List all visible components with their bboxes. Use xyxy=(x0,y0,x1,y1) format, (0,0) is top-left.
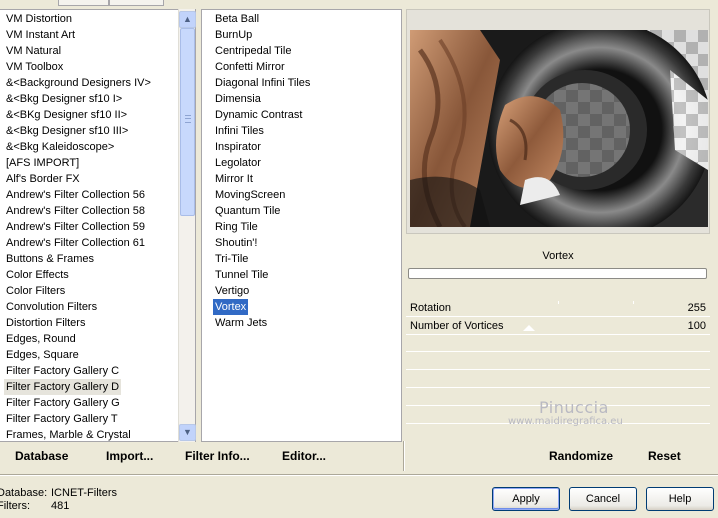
filter-item[interactable]: Mirror It xyxy=(213,171,255,187)
category-item[interactable]: Buttons & Frames xyxy=(4,251,96,267)
category-item[interactable]: VM Toolbox xyxy=(4,59,65,75)
watermark-url: www.maidiregrafica.eu xyxy=(508,416,623,427)
filter-item[interactable]: Diagonal Infini Tiles xyxy=(213,75,312,91)
database-label: Database: xyxy=(0,487,48,499)
category-item[interactable]: Color Effects xyxy=(4,267,71,283)
filters-count: 481 xyxy=(51,500,70,512)
category-item[interactable]: Edges, Square xyxy=(4,347,81,363)
category-item[interactable]: Frames, Marble & Crystal xyxy=(4,427,133,441)
scroll-down-button[interactable]: ▼ xyxy=(179,424,196,441)
category-item[interactable]: &<BKg Designer sf10 II> xyxy=(4,107,129,123)
category-item[interactable]: [AFS IMPORT] xyxy=(4,155,81,171)
category-item[interactable]: Alf's Border FX xyxy=(4,171,82,187)
filter-item[interactable]: Centripedal Tile xyxy=(213,43,293,59)
watermark: Pinuccia www.maidiregrafica.eu xyxy=(508,398,708,427)
category-item[interactable]: Andrew's Filter Collection 61 xyxy=(4,235,147,251)
filter-item[interactable]: Legolator xyxy=(213,155,263,171)
filter-item[interactable]: BurnUp xyxy=(213,27,254,43)
category-list[interactable]: VM Distortion VM Instant Art VM Natural VM … xyxy=(0,9,196,442)
filter-item[interactable]: Vortex xyxy=(213,299,249,315)
category-item[interactable]: Andrew's Filter Collection 59 xyxy=(4,219,147,235)
randomize-button[interactable]: Randomize xyxy=(549,447,613,465)
filter-item[interactable]: Warm Jets xyxy=(213,315,269,331)
help-button[interactable]: Help xyxy=(646,487,714,511)
bottom-divider xyxy=(0,474,718,476)
toolbar-divider xyxy=(403,441,405,471)
control-value: 100 xyxy=(687,320,706,332)
filter-item[interactable]: Tunnel Tile xyxy=(213,267,270,283)
preview-frame xyxy=(406,9,710,234)
filter-item[interactable]: Tri-Tile xyxy=(213,251,250,267)
tab-left[interactable] xyxy=(58,0,109,6)
category-item[interactable]: Filter Factory Gallery G xyxy=(4,395,122,411)
import-button[interactable]: Import... xyxy=(106,447,153,465)
filter-item[interactable]: Shoutin'! xyxy=(213,235,259,251)
category-item[interactable]: Andrew's Filter Collection 58 xyxy=(4,203,147,219)
scroll-thumb[interactable] xyxy=(180,28,195,216)
slider-marker[interactable] xyxy=(523,325,535,331)
reset-button[interactable]: Reset xyxy=(648,447,681,465)
category-item[interactable]: VM Instant Art xyxy=(4,27,77,43)
category-item[interactable]: Andrew's Filter Collection 56 xyxy=(4,187,147,203)
category-scrollbar[interactable]: ▲ ▼ xyxy=(178,9,196,442)
control-label: Rotation xyxy=(410,302,451,314)
filter-item[interactable]: Dimensia xyxy=(213,91,263,107)
database-value: ICNET-Filters xyxy=(51,487,117,499)
category-item[interactable]: Filter Factory Gallery C xyxy=(4,363,121,379)
filter-item[interactable]: Ring Tile xyxy=(213,219,260,235)
filter-item[interactable]: Confetti Mirror xyxy=(213,59,287,75)
control-number-of-vortices[interactable]: Number of Vortices 100 xyxy=(406,317,710,335)
category-item[interactable]: Distortion Filters xyxy=(4,315,87,331)
filters-label: Filters: xyxy=(0,500,30,512)
category-item[interactable]: VM Distortion xyxy=(4,11,74,27)
preview-image[interactable] xyxy=(410,30,708,227)
category-item[interactable]: VM Natural xyxy=(4,43,63,59)
category-item[interactable]: Convolution Filters xyxy=(4,299,99,315)
tab-right[interactable] xyxy=(109,0,164,6)
filter-info-button[interactable]: Filter Info... xyxy=(185,447,250,465)
top-tab-strip xyxy=(0,0,718,6)
filter-item[interactable]: Beta Ball xyxy=(213,11,261,27)
apply-button[interactable]: Apply xyxy=(492,487,560,511)
filter-item[interactable]: Quantum Tile xyxy=(213,203,282,219)
category-item[interactable]: &<Bkg Designer sf10 III> xyxy=(4,123,130,139)
category-item[interactable]: &<Bkg Kaleidoscope> xyxy=(4,139,116,155)
control-rotation[interactable]: Rotation 255 xyxy=(406,299,710,317)
filter-item[interactable]: Vertigo xyxy=(213,283,251,299)
control-value: 255 xyxy=(687,302,706,314)
category-item[interactable]: Edges, Round xyxy=(4,331,78,347)
progress-bar xyxy=(408,268,707,279)
control-label: Number of Vortices xyxy=(410,320,504,332)
scroll-up-button[interactable]: ▲ xyxy=(179,11,196,28)
category-item[interactable]: Filter Factory Gallery T xyxy=(4,411,120,427)
database-button[interactable]: Database xyxy=(15,447,68,465)
watermark-name: Pinuccia xyxy=(539,398,609,417)
filter-item[interactable]: MovingScreen xyxy=(213,187,287,203)
editor-button[interactable]: Editor... xyxy=(282,447,326,465)
filter-name: Vortex xyxy=(542,250,574,262)
category-item[interactable]: &<Background Designers IV> xyxy=(4,75,153,91)
filter-item[interactable]: Dynamic Contrast xyxy=(213,107,304,123)
category-item[interactable]: &<Bkg Designer sf10 I> xyxy=(4,91,124,107)
filter-item[interactable]: Inspirator xyxy=(213,139,263,155)
category-item[interactable]: Color Filters xyxy=(4,283,67,299)
filter-list[interactable]: Beta Ball BurnUp Centripedal Tile Confetti … xyxy=(201,9,402,442)
filter-item[interactable]: Infini Tiles xyxy=(213,123,266,139)
category-item[interactable]: Filter Factory Gallery D xyxy=(4,379,122,395)
cancel-button[interactable]: Cancel xyxy=(569,487,637,511)
